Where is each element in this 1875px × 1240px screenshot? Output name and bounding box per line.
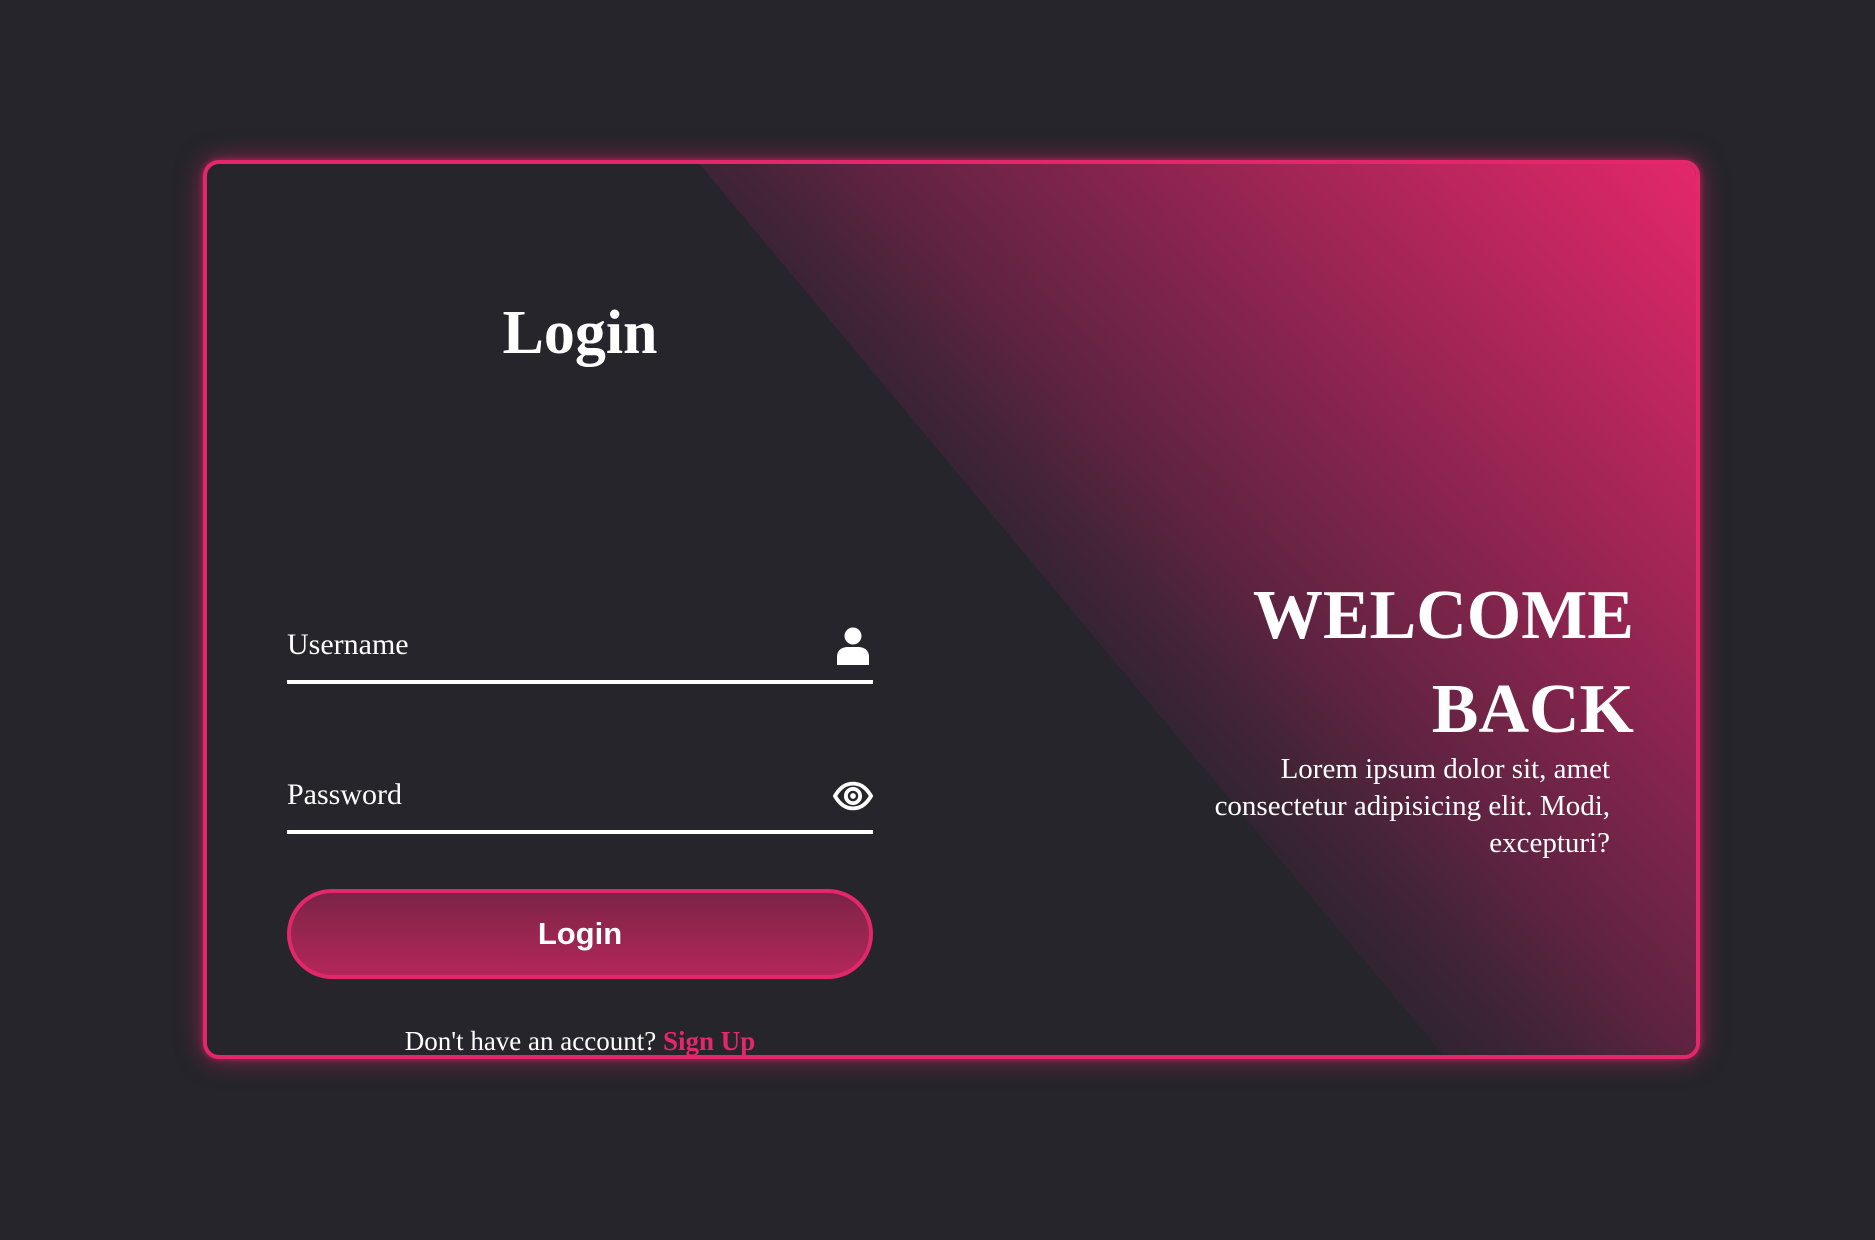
- login-card: Login Login Don't have an ac: [203, 160, 1700, 1059]
- username-field: [287, 610, 873, 684]
- eye-icon[interactable]: [833, 776, 873, 816]
- welcome-text: Lorem ipsum dolor sit, amet consectetur …: [1214, 753, 1610, 859]
- username-input[interactable]: [287, 610, 807, 680]
- signup-link[interactable]: Sign Up: [663, 1026, 755, 1055]
- welcome-title: WELCOME BACK: [1252, 577, 1634, 748]
- login-form: Login Login Don't have an ac: [287, 164, 873, 1055]
- form-title: Login: [502, 299, 658, 367]
- welcome-panel: WELCOME BACK Lorem ipsum dolor sit, amet…: [1164, 569, 1634, 862]
- login-button[interactable]: Login: [287, 889, 873, 979]
- signup-prompt-line: Don't have an account? Sign Up: [287, 1026, 873, 1056]
- password-field: [287, 760, 873, 834]
- user-icon: [833, 626, 873, 666]
- signup-prompt-text: Don't have an account?: [404, 1026, 657, 1056]
- password-input[interactable]: [287, 760, 807, 830]
